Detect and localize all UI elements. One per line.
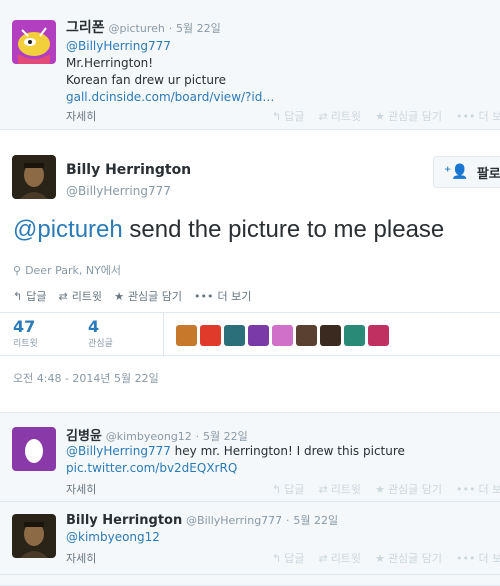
more-icon: ••• xyxy=(456,551,476,565)
more-button[interactable]: •••더 보기 xyxy=(194,288,251,304)
url-link[interactable]: pic.twitter.com/bv2dEQXrRQ xyxy=(66,460,405,477)
reply-icon: ↰ xyxy=(13,289,23,303)
user-avatar[interactable] xyxy=(224,325,245,346)
tweet-author-handle[interactable]: @pictureh xyxy=(108,22,164,35)
more-button[interactable]: •••더 보기 xyxy=(456,108,500,124)
expand-link[interactable]: 자세히 xyxy=(66,481,96,497)
avatar-image xyxy=(12,155,56,199)
user-avatar[interactable] xyxy=(248,325,269,346)
tweet-stats: 47 리트윗 4 관심글 xyxy=(0,312,500,357)
avatar[interactable] xyxy=(12,514,56,558)
mention-link[interactable]: @BillyHerring777 xyxy=(66,444,171,458)
retweet-button[interactable]: ⇄ 리트윗 xyxy=(318,481,361,497)
retweet-button[interactable]: ⇄ 리트윗 xyxy=(318,108,361,124)
favorite-count[interactable]: 4 관심글 xyxy=(88,317,113,349)
retweet-count[interactable]: 47 리트윗 xyxy=(13,317,38,349)
reply-icon: ↰ xyxy=(272,109,282,123)
avatar[interactable] xyxy=(12,427,56,471)
location-pin-icon: ⚲ xyxy=(13,263,22,277)
mention-link[interactable]: @BillyHerring777 xyxy=(66,38,274,55)
reply-button[interactable]: ↰ 답글 xyxy=(272,550,304,566)
avatar[interactable] xyxy=(12,155,56,199)
user-avatar[interactable] xyxy=(200,325,221,346)
tweet-author-handle[interactable]: @BillyHerring777 xyxy=(186,514,282,527)
tweet-timestamp[interactable]: 오전 4:48 - 2014년 5월 22일 xyxy=(13,370,159,386)
divider xyxy=(163,313,164,357)
star-icon: ★ xyxy=(375,482,385,496)
retweet-icon: ⇄ xyxy=(318,109,328,123)
star-icon: ★ xyxy=(114,289,124,303)
avatar-image xyxy=(12,514,56,558)
favorite-button[interactable]: ★ 관심글 담기 xyxy=(114,288,182,304)
tweet-pictureh[interactable]: 그리폰 @pictureh · 5월 22일 @BillyHerring777 … xyxy=(0,0,500,130)
tweet-main: Billy Herrington @BillyHerring777 ⁺👤 팔로 … xyxy=(0,130,500,410)
favorited-by-avatars xyxy=(176,325,389,346)
tweet-text: @BillyHerring777 hey mr. Herrington! I d… xyxy=(66,444,405,458)
tweet-time[interactable]: 5월 22일 xyxy=(176,22,221,35)
reply-button[interactable]: ↰ 답글 xyxy=(272,108,304,124)
tweet-text: @pictureh send the picture to me please xyxy=(13,216,445,243)
mention-link[interactable]: @kimbyeong12 xyxy=(66,530,160,544)
bottom-divider xyxy=(0,574,500,575)
favorite-button[interactable]: ★ 관심글 담기 xyxy=(375,550,442,566)
tweet-author-handle[interactable]: @BillyHerring777 xyxy=(66,184,171,198)
expand-link[interactable]: 자세히 xyxy=(66,108,96,124)
location[interactable]: ⚲ Deer Park, NY에서 xyxy=(13,262,121,278)
star-icon: ★ xyxy=(375,551,385,565)
tweet-time[interactable]: 5월 22일 xyxy=(293,514,338,527)
star-icon: ★ xyxy=(375,109,385,123)
retweet-button[interactable]: ⇄ 리트윗 xyxy=(318,550,361,566)
reply-button[interactable]: ↰ 답글 xyxy=(13,288,46,304)
follow-icon: ⁺👤 xyxy=(444,164,469,180)
default-egg-avatar xyxy=(12,427,56,471)
tweet-text-line: Mr.Herrington! xyxy=(66,56,154,70)
user-avatar[interactable] xyxy=(320,325,341,346)
more-icon: ••• xyxy=(194,289,214,303)
separator-dot: · xyxy=(168,22,173,35)
follow-button[interactable]: ⁺👤 팔로 xyxy=(433,156,500,188)
user-avatar[interactable] xyxy=(176,325,197,346)
retweet-icon: ⇄ xyxy=(318,482,328,496)
tweet-author-name[interactable]: Billy Herrington xyxy=(66,513,182,528)
tweet-author-name[interactable]: Billy Herrington xyxy=(66,162,191,178)
favorite-button[interactable]: ★ 관심글 담기 xyxy=(375,108,442,124)
tweet-text-line: Korean fan drew ur picture xyxy=(66,73,227,87)
avatar[interactable] xyxy=(12,20,56,64)
more-button[interactable]: •••더 보기 xyxy=(456,550,500,566)
avatar-image xyxy=(12,20,56,64)
more-button[interactable]: •••더 보기 xyxy=(456,481,500,497)
reply-icon: ↰ xyxy=(272,551,282,565)
user-avatar[interactable] xyxy=(272,325,293,346)
retweet-icon: ⇄ xyxy=(318,551,328,565)
mention-link[interactable]: @pictureh xyxy=(13,216,123,243)
user-avatar[interactable] xyxy=(296,325,317,346)
user-avatar[interactable] xyxy=(368,325,389,346)
tweet-author-handle[interactable]: @kimbyeong12 xyxy=(106,430,192,443)
tweet-kimbyeong12[interactable]: 김병윤 @kimbyeong12 · 5월 22일 @BillyHerring7… xyxy=(0,412,500,502)
more-icon: ••• xyxy=(456,109,476,123)
tweet-author-name[interactable]: 그리폰 xyxy=(66,20,105,36)
retweet-icon: ⇄ xyxy=(58,289,68,303)
tweet-time[interactable]: 5월 22일 xyxy=(203,430,248,443)
separator-dot: · xyxy=(195,430,200,443)
reply-icon: ↰ xyxy=(272,482,282,496)
more-icon: ••• xyxy=(456,482,476,496)
tweet-author-name[interactable]: 김병윤 xyxy=(66,429,102,444)
url-link[interactable]: gall.dcinside.com/board/view/?id… xyxy=(66,89,274,106)
reply-button[interactable]: ↰ 답글 xyxy=(272,481,304,497)
separator-dot: · xyxy=(286,514,290,527)
retweet-button[interactable]: ⇄ 리트윗 xyxy=(58,288,102,304)
user-avatar[interactable] xyxy=(344,325,365,346)
favorite-button[interactable]: ★ 관심글 담기 xyxy=(375,481,442,497)
expand-link[interactable]: 자세히 xyxy=(66,550,96,566)
tweet-billy-reply[interactable]: Billy Herrington @BillyHerring777 · 5월 2… xyxy=(0,502,500,586)
